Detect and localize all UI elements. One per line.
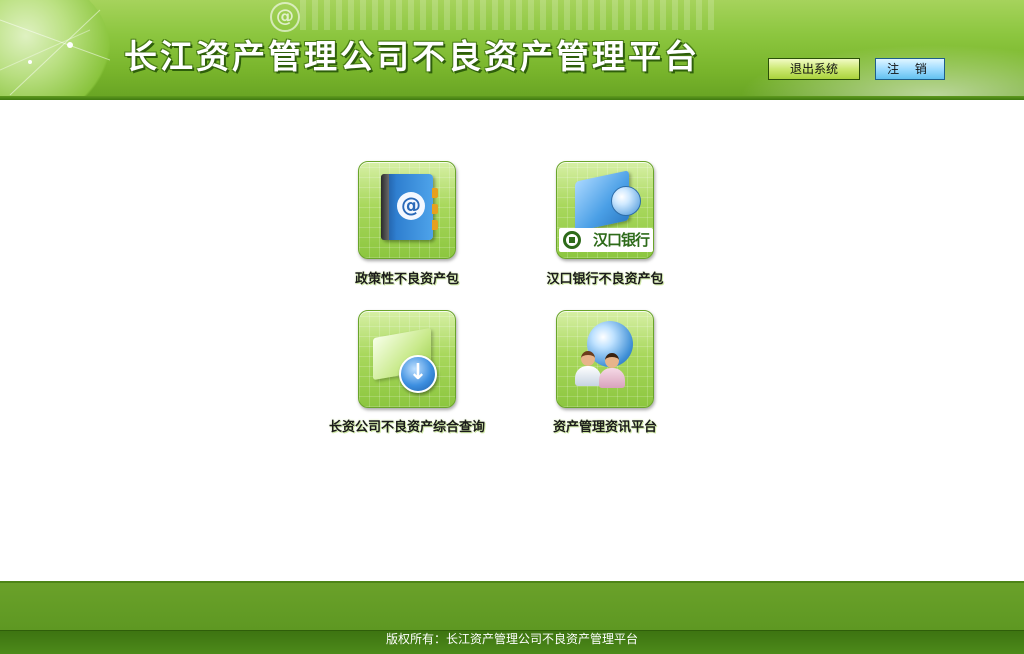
comprehensive-query-label[interactable]: 长资公司不良资产综合查询 xyxy=(297,416,517,435)
asset-info-platform-tile[interactable] xyxy=(556,310,654,408)
asset-info-platform-label[interactable]: 资产管理资讯平台 xyxy=(495,416,715,435)
address-book-icon: @ xyxy=(381,174,438,240)
site-title: 长江资产管理公司不良资产管理平台 xyxy=(124,37,700,76)
bank-logo-text: 汉口银行 xyxy=(592,231,650,249)
hankou-bank-icon: 汉口银行 xyxy=(559,228,653,252)
page-header: @ 长江资产管理公司不良资产管理平台 退出系统 注 销 xyxy=(0,0,1024,100)
user-icon xyxy=(599,353,625,389)
user-icon xyxy=(575,351,601,387)
comprehensive-query-tile[interactable]: ↓ xyxy=(358,310,456,408)
globe-icon xyxy=(611,186,641,216)
policy-assets-tile[interactable]: @ xyxy=(358,161,456,259)
hankou-bank-assets-label[interactable]: 汉口银行不良资产包 xyxy=(495,268,715,287)
hankou-bank-assets-tile[interactable]: 汉口银行 xyxy=(556,161,654,259)
at-sign-icon: @ xyxy=(270,2,300,32)
logout-button[interactable]: 注 销 xyxy=(875,58,945,80)
copyright-text: 版权所有：长江资产管理公司不良资产管理平台 xyxy=(385,632,638,646)
network-lines-decoration xyxy=(0,9,110,96)
policy-assets-label[interactable]: 政策性不良资产包 xyxy=(297,268,517,287)
exit-system-button[interactable]: 退出系统 xyxy=(768,58,860,80)
download-icon: ↓ xyxy=(399,355,437,393)
header-pattern xyxy=(300,0,720,30)
footer-band xyxy=(0,581,1024,630)
